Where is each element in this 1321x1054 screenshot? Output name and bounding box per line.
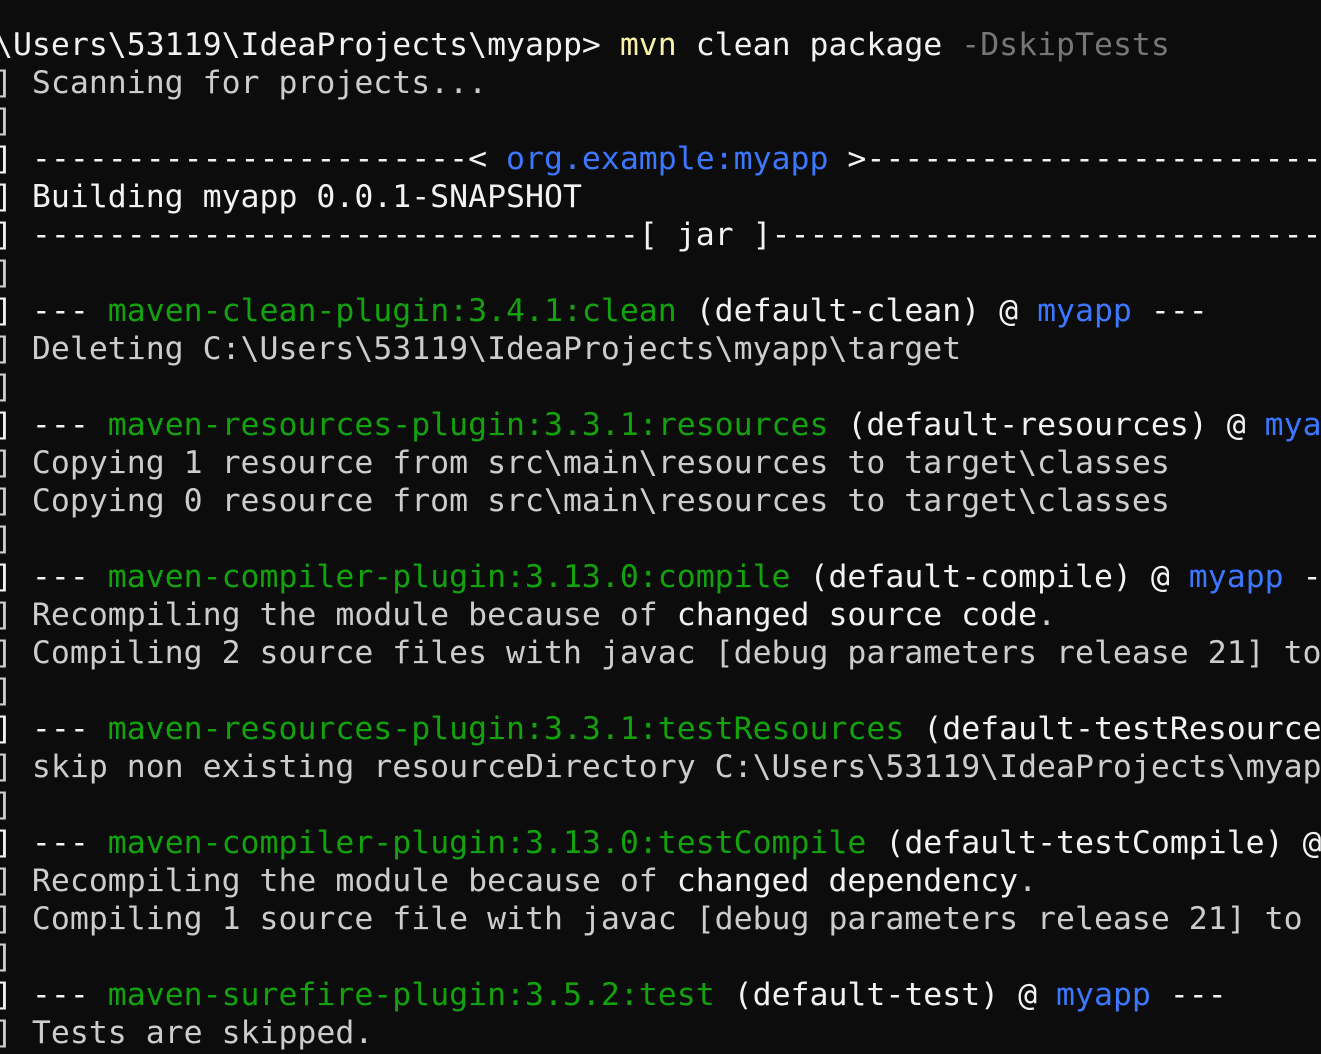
log-line-copying-1: ] Copying 1 resource from src\main\resou… (0, 445, 1170, 481)
mojo-execution: (default-compile) @ (790, 559, 1189, 595)
prompt-path: \Users\53119\IdeaProjects\myapp> (0, 27, 620, 63)
mojo-dashes: ] --- (0, 293, 108, 329)
mojo-artifact: mya (1264, 407, 1321, 443)
log-line-blank: ] (0, 672, 1315, 710)
mojo-execution: (default-test) @ (714, 977, 1057, 1013)
recompile-reason-prefix: ] Recompiling the module because of (0, 863, 677, 899)
log-line-blank: ] (0, 786, 1315, 824)
log-line-blank: ] (0, 102, 1315, 140)
project-header-prefix: ] -----------------------< (0, 141, 507, 177)
mojo-plugin-surefire: maven-surefire-plugin:3.5.2:test (107, 977, 715, 1013)
log-line-scanning: ] Scanning for projects... (0, 65, 488, 101)
log-line-deleting: ] Deleting C:\Users\53119\IdeaProjects\m… (0, 331, 962, 367)
mojo-artifact: myapp (1188, 559, 1284, 595)
mojo-dashes: ] --- (0, 407, 108, 443)
log-line-compile-mojo: ] --- maven-compiler-plugin:3.13.0:compi… (0, 558, 1321, 596)
recompile-reason-prefix: ] Recompiling the module because of (0, 597, 677, 633)
mojo-plugin-test-compile: maven-compiler-plugin:3.13.0:testCompile (107, 825, 867, 861)
log-line-test-resources-mojo: ] --- maven-resources-plugin:3.3.1:testR… (0, 710, 1321, 748)
log-line-project-header: ] -----------------------< org.example:m… (0, 140, 1321, 178)
project-coordinates: org.example:myapp (506, 141, 829, 177)
log-line-blank: ] (0, 368, 1315, 406)
log-line-test-compile-mojo: ] --- maven-compiler-plugin:3.13.0:testC… (0, 824, 1321, 862)
recompile-reason: changed dependency (676, 863, 1019, 899)
command-name: mvn (619, 27, 677, 63)
log-line-recompiling-dependency: ] Recompiling the module because of chan… (0, 862, 1315, 900)
terminal-window[interactable]: \Users\53119\IdeaProjects\myapp> mvn cle… (0, 0, 1321, 1054)
log-line-compiling-2: ] Compiling 2 source files with javac [d… (0, 635, 1321, 671)
log-line-tests-skipped: ] Tests are skipped. (0, 1015, 374, 1051)
log-line-recompiling-source: ] Recompiling the module because of chan… (0, 596, 1315, 634)
log-line-blank: ] (0, 520, 1315, 558)
mojo-execution: (default-testCompile) @ (866, 825, 1321, 861)
log-line-blank: ] (0, 254, 1315, 292)
mojo-artifact: myapp (1056, 977, 1151, 1013)
mojo-execution: (default-clean) @ (676, 293, 1038, 329)
mojo-execution: (default-resources) @ (828, 407, 1265, 443)
mojo-plugin-clean: maven-clean-plugin:3.4.1:clean (107, 293, 677, 329)
command-args: clean package (676, 27, 962, 63)
period: . (1037, 597, 1057, 633)
mojo-dashes: ] --- (0, 977, 108, 1013)
command-option: -DskipTests (961, 27, 1170, 63)
command-line: \Users\53119\IdeaProjects\myapp> mvn cle… (0, 26, 1315, 64)
log-line-building: ] Building myapp 0.0.1-SNAPSHOT (0, 179, 582, 215)
mojo-dashes: ] --- (0, 825, 108, 861)
log-line-resources-mojo: ] --- maven-resources-plugin:3.3.1:resou… (0, 406, 1321, 444)
mojo-plugin-test-resources: maven-resources-plugin:3.3.1:testResourc… (107, 711, 905, 747)
mojo-dashes: ] --- (0, 559, 108, 595)
mojo-trail: --- (1150, 977, 1227, 1013)
mojo-trail: - (1283, 559, 1321, 595)
log-line-packaging-separator: ] --------------------------------[ jar … (0, 217, 1321, 253)
log-line-blank: ] (0, 938, 1315, 976)
project-header-suffix: >------------------------ (828, 141, 1321, 177)
mojo-plugin-resources: maven-resources-plugin:3.3.1:resources (107, 407, 829, 443)
log-line-surefire-mojo: ] --- maven-surefire-plugin:3.5.2:test (… (0, 976, 1315, 1014)
period: . (1018, 863, 1038, 899)
mojo-execution: (default-testResource (904, 711, 1321, 747)
mojo-dashes: ] --- (0, 711, 108, 747)
mojo-plugin-compile: maven-compiler-plugin:3.13.0:compile (107, 559, 791, 595)
log-line-compiling-1: ] Compiling 1 source file with javac [de… (0, 901, 1303, 937)
log-line-clean-mojo: ] --- maven-clean-plugin:3.4.1:clean (de… (0, 292, 1315, 330)
mojo-artifact: myapp (1037, 293, 1132, 329)
log-line-copying-0: ] Copying 0 resource from src\main\resou… (0, 483, 1170, 519)
log-line-skip: ] skip non existing resourceDirectory C:… (0, 749, 1321, 785)
recompile-reason: changed source code (676, 597, 1038, 633)
mojo-trail: --- (1131, 293, 1208, 329)
